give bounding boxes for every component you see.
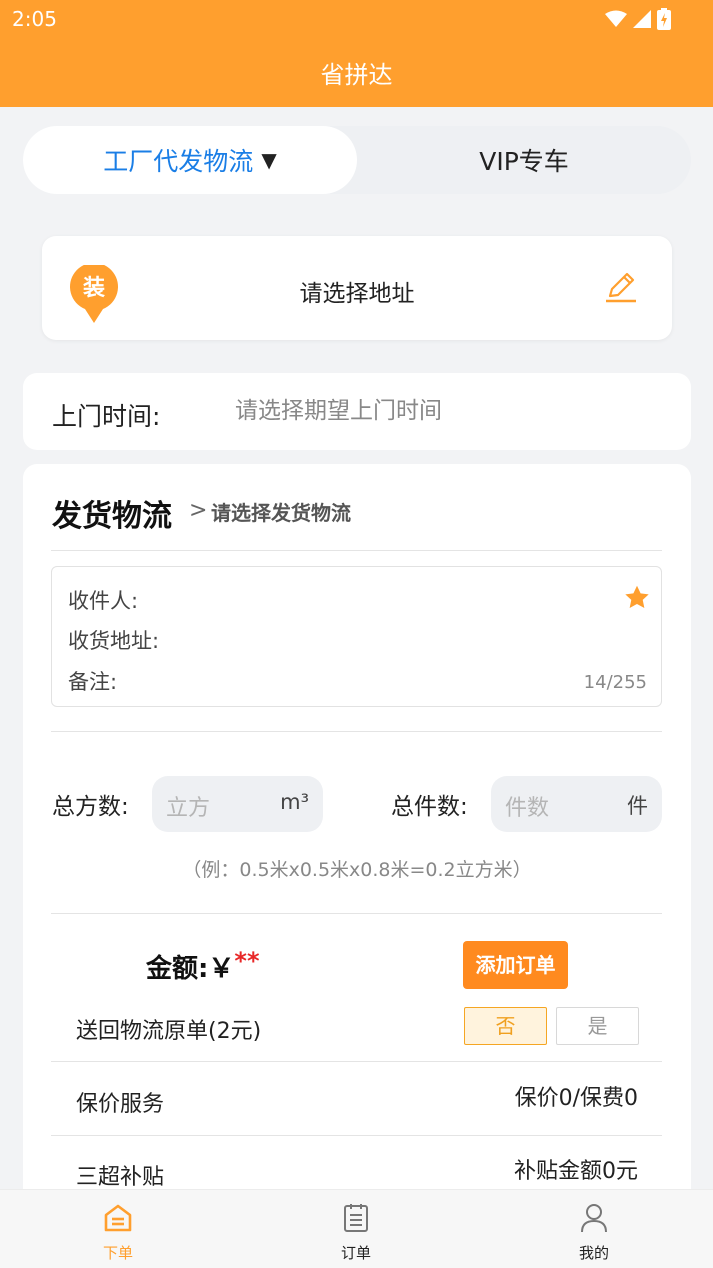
pickup-time-label: 上门时间: (52, 402, 161, 431)
address-placeholder: 请选择地址 (299, 281, 415, 307)
shipping-card: 发货物流 > 请选择发货物流 收件人: 收货地址: 备注: 14/255 总方数… (23, 464, 691, 1224)
option-yes[interactable]: 是 (556, 1007, 639, 1045)
amount-text: 金额:￥ (146, 954, 235, 984)
divider (51, 731, 662, 732)
volume-example: （例：0.5米x0.5米x0.8米=0.2立方米） (182, 859, 532, 881)
divider (51, 913, 662, 914)
amount-hidden-value: ** (234, 947, 260, 975)
chevron-right-icon[interactable]: > (189, 498, 207, 523)
divider (51, 1135, 662, 1136)
tab-factory-logistics[interactable]: 工厂代发物流 ▼ (23, 126, 357, 194)
tab-vip-car-label: VIP专车 (479, 147, 569, 176)
divider (51, 1061, 662, 1062)
status-icons (605, 8, 671, 30)
amount-label: 金额:￥** (146, 947, 260, 985)
pickup-time-placeholder[interactable]: 请选择期望上门时间 (235, 391, 442, 425)
status-time: 2:05 (12, 7, 57, 31)
tab-factory-logistics-label: 工厂代发物流 (103, 147, 254, 176)
insurance-label: 保价服务 (76, 1092, 165, 1117)
receiver-box[interactable]: 收件人: 收货地址: 备注: 14/255 (51, 566, 662, 707)
signal-icon (633, 10, 651, 28)
edit-icon[interactable] (604, 270, 638, 304)
insurance-value[interactable]: 保价0/保费0 (515, 1080, 638, 1112)
divider (51, 550, 662, 551)
remark-char-count: 14/255 (583, 672, 647, 693)
battery-icon (657, 8, 671, 30)
tab-mine-label: 我的 (578, 1244, 609, 1262)
select-logistics-link[interactable]: 请选择发货物流 (211, 497, 351, 526)
return-receipt-label: 送回物流原单(2元) (76, 1019, 262, 1044)
tab-place-order-label: 下单 (102, 1244, 133, 1262)
page-title: 省拼达 (320, 61, 393, 89)
remark-label: 备注: (68, 670, 118, 694)
user-icon (581, 1204, 607, 1233)
receiver-address-label: 收货地址: (68, 629, 160, 653)
wifi-icon (605, 10, 627, 27)
pickup-time-card[interactable]: 上门时间: 请选择期望上门时间 (23, 373, 691, 450)
tab-place-order[interactable]: 下单 (78, 1202, 158, 1263)
home-icon (104, 1204, 132, 1232)
order-list-icon (344, 1204, 368, 1232)
option-no[interactable]: 否 (464, 1007, 547, 1045)
tab-orders-label: 订单 (340, 1244, 371, 1262)
tab-mine[interactable]: 我的 (554, 1202, 634, 1263)
add-order-button[interactable]: 添加订单 (463, 941, 568, 989)
pieces-label: 总件数: (391, 794, 468, 820)
subsidy-value: 补贴金额0元 (514, 1159, 638, 1184)
shipping-title: 发货物流 (52, 499, 172, 534)
tab-orders[interactable]: 订单 (316, 1202, 396, 1263)
address-card[interactable]: 装 请选择地址 (42, 236, 672, 340)
pieces-unit: 件 (627, 794, 648, 818)
mode-segment: 工厂代发物流 ▼ VIP专车 (23, 126, 691, 194)
pieces-input[interactable]: 件数 件 (491, 776, 662, 832)
pieces-placeholder: 件数 (505, 796, 550, 821)
star-icon[interactable] (623, 584, 651, 612)
volume-placeholder: 立方 (166, 796, 211, 821)
app-header: 2:05 省拼达 (0, 0, 713, 107)
bottom-tabbar: 下单 订单 我的 (0, 1189, 713, 1268)
volume-label: 总方数: (52, 794, 129, 820)
volume-unit: m³ (280, 790, 309, 814)
caret-down-icon: ▼ (261, 148, 277, 172)
subsidy-label: 三超补贴 (76, 1165, 165, 1190)
receiver-label: 收件人: (68, 589, 139, 613)
volume-input[interactable]: 立方 m³ (152, 776, 323, 832)
tab-vip-car[interactable]: VIP专车 (357, 126, 691, 194)
